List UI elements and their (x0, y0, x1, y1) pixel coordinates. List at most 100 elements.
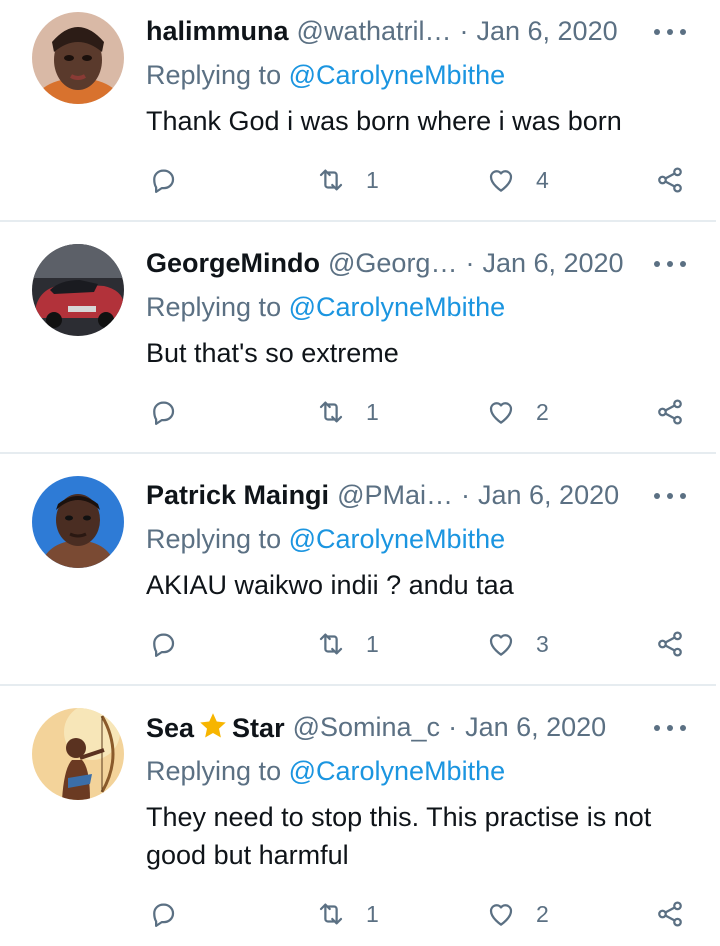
like-count: 4 (536, 166, 549, 193)
like-count: 2 (536, 900, 549, 927)
tweet-text: AKIAU waikwo indii ? andu taa (146, 570, 514, 600)
reply-icon (153, 903, 175, 927)
replying-to-label: Replying to (146, 756, 282, 786)
tweet-text: Thank God i was born where i was born (146, 106, 622, 136)
replying-to-line: Replying to @CarolyneMbithe (146, 292, 505, 323)
heart-icon (489, 402, 513, 424)
tweet-header: Sea Star @Somina_c · Jan 6, 2020 (146, 710, 626, 744)
tweet[interactable]: GeorgeMindo @Georg… · Jan 6, 2020 Replyi… (0, 232, 720, 452)
user-handle[interactable]: @Somina_c (293, 712, 440, 743)
like-button[interactable]: 2 (486, 392, 549, 432)
tweet-header: Patrick Maingi @PMai… · Jan 6, 2020 (146, 478, 626, 512)
avatar[interactable] (32, 244, 124, 336)
reply-button[interactable] (148, 392, 178, 432)
divider (0, 684, 716, 686)
retweet-icon (319, 903, 343, 925)
tweet-header: halimmuna @wathatril… · Jan 6, 2020 (146, 14, 626, 48)
share-icon (658, 399, 682, 425)
archer-avatar-image (32, 708, 124, 800)
more-options-icon[interactable] (654, 484, 686, 508)
replying-to-line: Replying to @CarolyneMbithe (146, 60, 505, 91)
replying-to-mention[interactable]: @CarolyneMbithe (289, 292, 506, 322)
retweet-count: 1 (366, 166, 379, 193)
red-car-avatar-image (32, 244, 124, 336)
replying-to-mention[interactable]: @CarolyneMbithe (289, 524, 506, 554)
replying-to-line: Replying to @CarolyneMbithe (146, 756, 505, 787)
reply-button[interactable] (148, 894, 178, 934)
user-handle[interactable]: @PMai… (337, 480, 453, 511)
like-button[interactable]: 3 (486, 624, 549, 664)
display-name[interactable]: halimmuna (146, 16, 289, 47)
more-options-icon[interactable] (654, 716, 686, 740)
share-button[interactable] (655, 624, 685, 664)
replying-to-mention[interactable]: @CarolyneMbithe (289, 60, 506, 90)
more-options-icon[interactable] (654, 252, 686, 276)
reply-icon (153, 169, 175, 193)
share-icon (658, 631, 682, 657)
timestamp[interactable]: Jan 6, 2020 (476, 16, 617, 47)
tweet[interactable]: Patrick Maingi @PMai… · Jan 6, 2020 Repl… (0, 464, 720, 684)
woman-face-avatar-image (32, 12, 124, 104)
avatar[interactable] (32, 708, 124, 800)
share-button[interactable] (655, 160, 685, 200)
heart-icon (489, 634, 513, 656)
separator: · (465, 247, 475, 278)
retweet-icon (319, 169, 343, 191)
avatar[interactable] (32, 12, 124, 104)
retweet-count: 1 (366, 398, 379, 425)
display-name[interactable]: Patrick Maingi (146, 480, 329, 511)
share-icon (658, 901, 682, 927)
share-button[interactable] (655, 894, 685, 934)
action-bar: 1 2 (0, 392, 720, 432)
avatar[interactable] (32, 476, 124, 568)
replying-to-mention[interactable]: @CarolyneMbithe (289, 756, 506, 786)
retweet-count: 1 (366, 630, 379, 657)
retweet-button[interactable]: 1 (316, 894, 379, 934)
user-handle[interactable]: @wathatril… (297, 16, 452, 47)
retweet-icon (319, 633, 343, 655)
separator: · (448, 711, 458, 742)
tweet[interactable]: Sea Star @Somina_c · Jan 6, 2020 Replying… (0, 696, 720, 946)
retweet-count: 1 (366, 900, 379, 927)
action-bar: 1 3 (0, 624, 720, 664)
reply-icon (153, 401, 175, 425)
timestamp[interactable]: Jan 6, 2020 (465, 712, 606, 743)
reply-button[interactable] (148, 160, 178, 200)
like-button[interactable]: 4 (486, 160, 549, 200)
tweet-header: GeorgeMindo @Georg… · Jan 6, 2020 (146, 246, 626, 280)
reply-icon (153, 633, 175, 657)
retweet-button[interactable]: 1 (316, 392, 379, 432)
replying-to-line: Replying to @CarolyneMbithe (146, 524, 505, 555)
more-options-icon[interactable] (654, 20, 686, 44)
action-bar: 1 4 (0, 160, 720, 200)
timestamp[interactable]: Jan 6, 2020 (482, 248, 623, 279)
separator: · (459, 15, 469, 46)
man-avatar-image (32, 476, 124, 568)
like-button[interactable]: 2 (486, 894, 549, 934)
share-button[interactable] (655, 392, 685, 432)
reply-button[interactable] (148, 624, 178, 664)
like-count: 2 (536, 398, 549, 425)
heart-icon (489, 170, 513, 192)
retweet-button[interactable]: 1 (316, 624, 379, 664)
reply-feed: halimmuna @wathatril… · Jan 6, 2020 Repl… (0, 0, 720, 946)
heart-icon (489, 904, 513, 926)
retweet-button[interactable]: 1 (316, 160, 379, 200)
tweet-text: They need to stop this. This practise is… (146, 802, 652, 870)
replying-to-label: Replying to (146, 524, 282, 554)
display-name-suffix: Star (232, 712, 285, 743)
divider (0, 452, 716, 454)
user-handle[interactable]: @Georg… (328, 248, 457, 279)
display-name[interactable]: Sea Star (146, 711, 285, 744)
replying-to-label: Replying to (146, 60, 282, 90)
timestamp[interactable]: Jan 6, 2020 (478, 480, 619, 511)
tweet-text: But that's so extreme (146, 338, 399, 368)
tweet[interactable]: halimmuna @wathatril… · Jan 6, 2020 Repl… (0, 0, 720, 220)
share-icon (658, 167, 682, 193)
like-count: 3 (536, 630, 549, 657)
separator: · (461, 479, 470, 510)
display-name[interactable]: GeorgeMindo (146, 248, 320, 279)
display-name-prefix: Sea (146, 712, 195, 743)
action-bar: 1 2 (0, 894, 720, 934)
replying-to-label: Replying to (146, 292, 282, 322)
